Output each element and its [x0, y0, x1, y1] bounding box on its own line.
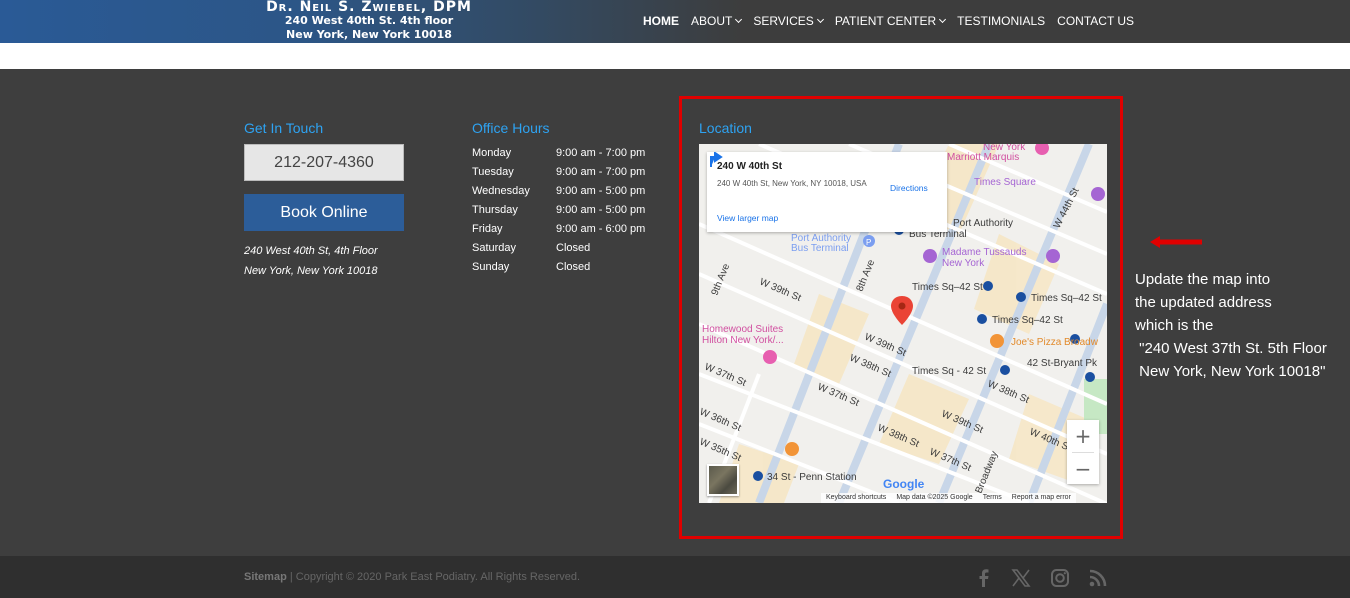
hours-day: Saturday	[472, 242, 517, 254]
hours-row: Thursday 9:00 am - 5:00 pm	[472, 204, 666, 223]
hours-time: 9:00 am - 5:00 pm	[556, 204, 646, 216]
arrow-left-icon	[1150, 236, 1202, 248]
hours-row: Saturday Closed	[472, 242, 666, 261]
site-header: Dr. Neil S. Zwiebel, DPM 240 West 40th S…	[0, 0, 1350, 43]
hours-row: Friday 9:00 am - 6:00 pm	[472, 223, 666, 242]
hours-row: Monday 9:00 am - 7:00 pm	[472, 147, 666, 166]
hours-time: 9:00 am - 7:00 pm	[556, 166, 646, 178]
address-line1: 240 West 40th St, 4th Floor	[244, 245, 378, 257]
chevron-down-icon	[816, 15, 824, 24]
facebook-icon[interactable]	[974, 568, 994, 588]
nav-label: CONTACT US	[1057, 14, 1135, 28]
chevron-down-icon	[939, 15, 947, 24]
phone-button[interactable]: 212-207-4360	[244, 144, 404, 181]
logo[interactable]: Dr. Neil S. Zwiebel, DPM 240 West 40th S…	[244, 0, 494, 43]
hours-time: 9:00 am - 7:00 pm	[556, 147, 646, 159]
highlight-box	[679, 96, 1123, 539]
address-line2: New York, New York 10018	[244, 265, 378, 277]
hours-day: Tuesday	[472, 166, 514, 178]
nav-label: PATIENT CENTER	[834, 14, 937, 28]
book-online-button[interactable]: Book Online	[244, 194, 404, 231]
hours-row: Wednesday 9:00 am - 5:00 pm	[472, 185, 666, 204]
nav-label: ABOUT	[691, 14, 733, 28]
sitemap-link[interactable]: Sitemap	[244, 571, 287, 583]
nav-label: TESTIMONIALS	[957, 14, 1046, 28]
nav-item-services[interactable]: SERVICES	[753, 14, 824, 28]
hours-day: Wednesday	[472, 185, 530, 197]
logo-name: Dr. Neil S. Zwiebel, DPM	[266, 0, 472, 15]
rss-icon[interactable]	[1088, 568, 1108, 588]
office-hours-title: Office Hours	[472, 120, 550, 136]
logo-address-line2: New York, New York 10018	[286, 28, 452, 41]
hours-time: 9:00 am - 5:00 pm	[556, 185, 646, 197]
copyright: Sitemap | Copyright © 2020 Park East Pod…	[244, 571, 580, 583]
hours-row: Sunday Closed	[472, 261, 666, 280]
copyright-text: | Copyright © 2020 Park East Podiatry. A…	[286, 571, 581, 583]
instagram-icon[interactable]	[1050, 568, 1070, 588]
nav-item-testimonials[interactable]: TESTIMONIALS	[957, 14, 1045, 28]
bottom-bar: Sitemap | Copyright © 2020 Park East Pod…	[0, 556, 1350, 598]
hours-day: Friday	[472, 223, 503, 235]
logo-address-line1: 240 West 40th St. 4th floor	[284, 14, 454, 27]
nav-item-patient-center[interactable]: PATIENT CENTER	[834, 14, 947, 28]
hours-time: Closed	[556, 261, 591, 273]
x-icon[interactable]	[1011, 568, 1031, 588]
hours-day: Monday	[472, 147, 512, 159]
nav-label: SERVICES	[753, 14, 814, 28]
nav-label: HOME	[643, 14, 679, 28]
hours-day: Sunday	[472, 261, 510, 273]
main-nav: HOME ABOUT SERVICES PATIENT CENTER TESTI…	[643, 14, 1146, 28]
chevron-down-icon	[735, 15, 743, 24]
nav-item-about[interactable]: ABOUT	[691, 14, 743, 28]
office-hours-table: Monday 9:00 am - 7:00 pm Tuesday 9:00 am -…	[472, 147, 666, 280]
hours-time: Closed	[556, 242, 591, 254]
annotation-note: Update the map into the updated address …	[1135, 271, 1327, 380]
hours-row: Tuesday 9:00 am - 7:00 pm	[472, 166, 666, 185]
hours-time: 9:00 am - 6:00 pm	[556, 223, 646, 235]
nav-item-home[interactable]: HOME	[643, 14, 679, 28]
get-in-touch-title: Get In Touch	[244, 120, 324, 136]
nav-item-contact-us[interactable]: CONTACT US	[1057, 14, 1134, 28]
hours-day: Thursday	[472, 204, 518, 216]
